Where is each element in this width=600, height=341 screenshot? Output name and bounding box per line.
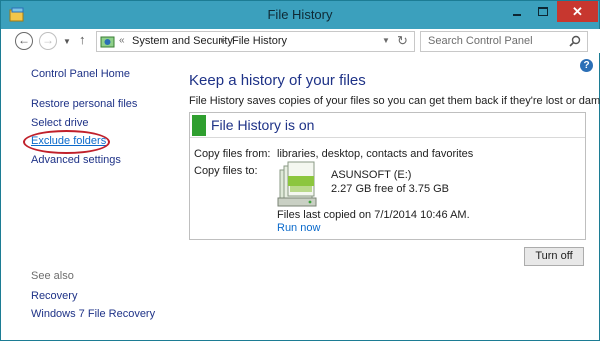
see-also-label: See also bbox=[31, 270, 74, 282]
help-icon[interactable]: ? bbox=[580, 59, 593, 72]
advanced-settings-link[interactable]: Advanced settings bbox=[31, 154, 121, 166]
breadcrumb-separator-icon[interactable]: ▸ bbox=[221, 35, 226, 46]
navigation-bar: ← → ▼ ↑ « System and Security ▸ File His… bbox=[2, 29, 600, 53]
run-now-link[interactable]: Run now bbox=[277, 222, 320, 234]
copy-from-value: libraries, desktop, contacts and favorit… bbox=[277, 148, 474, 160]
up-arrow-icon[interactable]: ↑ bbox=[79, 32, 86, 47]
drive-name: ASUNSOFT (E:) bbox=[331, 169, 412, 181]
copy-from-label: Copy files from: bbox=[194, 148, 271, 160]
control-panel-home-link[interactable]: Control Panel Home bbox=[31, 68, 130, 80]
turn-off-button[interactable]: Turn off bbox=[524, 247, 584, 266]
title-bar[interactable]: File History ✕ bbox=[1, 1, 599, 29]
address-overflow-chevron-icon[interactable]: « bbox=[119, 35, 125, 46]
minimize-button[interactable] bbox=[504, 1, 530, 22]
search-icon[interactable] bbox=[569, 35, 581, 47]
address-dropdown-icon[interactable]: ▼ bbox=[382, 36, 390, 45]
status-indicator bbox=[192, 115, 206, 136]
back-arrow-icon[interactable]: ← bbox=[15, 32, 33, 50]
highlight-ring bbox=[23, 130, 110, 154]
minimize-icon bbox=[513, 14, 521, 16]
select-drive-link[interactable]: Select drive bbox=[31, 117, 88, 129]
forward-arrow-icon[interactable]: → bbox=[39, 32, 57, 50]
last-copied-text: Files last copied on 7/1/2014 10:46 AM. bbox=[277, 209, 470, 221]
status-text: File History is on bbox=[211, 117, 315, 133]
restore-personal-files-link[interactable]: Restore personal files bbox=[31, 98, 137, 110]
file-history-window: File History ✕ ← → ▼ ↑ « System and Secu… bbox=[0, 0, 600, 341]
status-panel: File History is on Copy files from: libr… bbox=[189, 112, 586, 240]
breadcrumb-file-history[interactable]: File History bbox=[232, 35, 287, 47]
control-panel-icon bbox=[100, 36, 115, 48]
refresh-icon[interactable]: ↻ bbox=[397, 33, 408, 49]
drive-icon bbox=[277, 161, 317, 207]
search-placeholder: Search Control Panel bbox=[428, 35, 533, 47]
close-button[interactable]: ✕ bbox=[557, 1, 598, 22]
address-bar[interactable]: « System and Security ▸ File History ▼ ↻ bbox=[96, 31, 415, 52]
page-description: File History saves copies of your files … bbox=[189, 95, 600, 107]
search-input[interactable]: Search Control Panel bbox=[420, 31, 588, 52]
page-title: Keep a history of your files bbox=[189, 72, 366, 89]
recovery-link[interactable]: Recovery bbox=[31, 290, 77, 302]
maximize-icon bbox=[538, 7, 548, 16]
windows-7-file-recovery-link[interactable]: Windows 7 File Recovery bbox=[31, 308, 155, 320]
breadcrumb-system-and-security[interactable]: System and Security bbox=[132, 35, 233, 47]
copy-to-label: Copy files to: bbox=[194, 165, 258, 177]
recent-pages-chevron-icon[interactable]: ▼ bbox=[63, 37, 71, 46]
status-header: File History is on bbox=[190, 113, 585, 138]
maximize-button[interactable] bbox=[530, 1, 556, 22]
drive-free-space: 2.27 GB free of 3.75 GB bbox=[331, 183, 450, 195]
